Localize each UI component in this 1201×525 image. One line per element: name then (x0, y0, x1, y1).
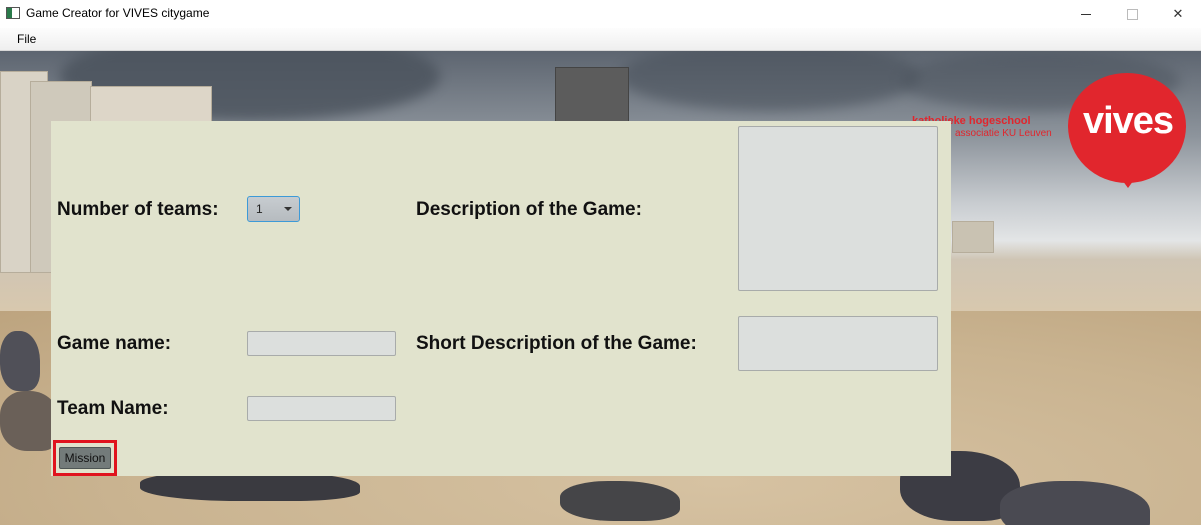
close-button[interactable]: ✕ (1155, 0, 1201, 28)
game-name-label: Game name: (57, 333, 172, 354)
menu-bar: File (0, 28, 1201, 51)
short-description-label: Short Description of the Game: (416, 333, 697, 354)
chevron-down-icon (284, 207, 292, 211)
mission-button[interactable]: Mission (59, 447, 111, 469)
teams-label: Number of teams: (57, 199, 219, 220)
minimize-button[interactable] (1063, 0, 1109, 28)
description-label: Description of the Game: (416, 199, 642, 220)
teams-select-value: 1 (256, 202, 263, 216)
minimize-icon (1081, 13, 1091, 15)
team-name-label: Team Name: (57, 398, 169, 419)
title-bar: Game Creator for VIVES citygame ✕ (0, 0, 1201, 28)
logo-word: vives (1082, 100, 1174, 142)
team-name-input[interactable] (247, 396, 396, 421)
teams-select[interactable]: 1 (247, 196, 300, 222)
maximize-button[interactable] (1109, 0, 1155, 28)
game-name-input[interactable] (247, 331, 396, 356)
description-textarea[interactable] (738, 126, 938, 291)
game-creator-form: Number of teams: 1 Game name: Team Name:… (51, 121, 951, 476)
logo-text-line2: associatie KU Leuven (955, 128, 1052, 139)
maximize-icon (1126, 8, 1138, 20)
short-description-textarea[interactable] (738, 316, 938, 371)
menu-file[interactable]: File (17, 32, 36, 46)
close-icon: ✕ (1172, 6, 1184, 21)
mission-highlight: Mission (53, 440, 117, 476)
window-title: Game Creator for VIVES citygame (26, 6, 210, 20)
app-icon (6, 7, 20, 19)
